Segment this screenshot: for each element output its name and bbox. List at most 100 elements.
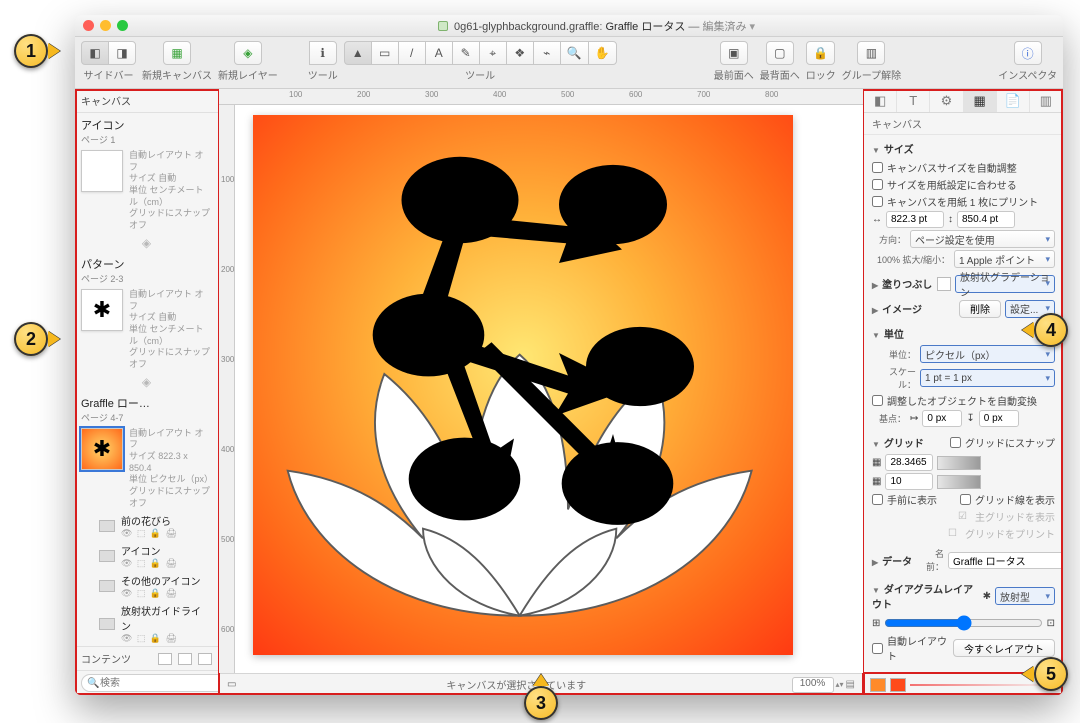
- inspector-layout-title[interactable]: ダイアグラムレイアウト: [872, 579, 979, 613]
- zoom-stepper-icon[interactable]: ▴▾: [836, 680, 844, 689]
- new-layer-button[interactable]: ◈: [234, 41, 262, 65]
- sidebar-canvas-icon[interactable]: アイコン ページ 1: [75, 113, 218, 148]
- canvas-thumb-pattern[interactable]: [81, 289, 123, 331]
- ungroup-button[interactable]: ▥: [857, 41, 885, 65]
- orientation-select[interactable]: ページ設定を使用: [910, 230, 1055, 248]
- tool-text[interactable]: A: [425, 41, 453, 65]
- inspector-fill-title[interactable]: 塗りつぶし: [872, 274, 933, 293]
- layer-front-petals[interactable]: 前の花びら👁 ⬚ 🔒 🖨: [75, 511, 218, 541]
- style-well-stroke[interactable]: [890, 678, 906, 692]
- inspector-tab-properties[interactable]: ⚙: [930, 89, 963, 112]
- tool-magnet[interactable]: ⌁: [533, 41, 561, 65]
- artboard[interactable]: [253, 115, 793, 655]
- grid-show-checkbox[interactable]: [960, 494, 971, 505]
- tool-zoom[interactable]: 🔍: [560, 41, 589, 65]
- zoom-field[interactable]: 100%: [792, 677, 834, 693]
- titlebar: 0g61-glyphbackground.graffle: Graffle ロー…: [75, 15, 1063, 37]
- callout-3: 3: [524, 686, 558, 720]
- major-grid-color[interactable]: [937, 456, 981, 470]
- inspector-grid-title[interactable]: グリッド: [872, 433, 946, 452]
- canvas-width-field[interactable]: [886, 211, 944, 228]
- sidebar-right-toggle[interactable]: ◨: [108, 41, 136, 65]
- layer-toggle-icons[interactable]: 👁 ⬚ 🔒 🖨: [121, 633, 210, 644]
- inspector-tabs: ◧ T ⚙ ▦ 📄 ▥: [864, 89, 1063, 113]
- toolbar-newcanvas-label: 新規キャンバス: [142, 67, 212, 82]
- sidebar-view-outline-icon[interactable]: [178, 653, 192, 665]
- auto-convert-checkbox[interactable]: [872, 395, 883, 406]
- canvas-thumb-icon[interactable]: [81, 150, 123, 192]
- auto-size-checkbox[interactable]: [872, 162, 883, 173]
- origin-x-field[interactable]: [922, 410, 962, 427]
- single-page-checkbox[interactable]: [872, 196, 883, 207]
- layout-type-select[interactable]: 放射型: [995, 587, 1055, 605]
- sidebar-canvas-pattern[interactable]: パターン ページ 2-3: [75, 252, 218, 287]
- tool-select[interactable]: ℹ︎: [309, 41, 337, 65]
- ruler-horizontal[interactable]: 100 200 300 400 500 600 700 800: [219, 89, 863, 105]
- auto-layout-checkbox[interactable]: [872, 643, 883, 654]
- sidebar-left-toggle[interactable]: ◧: [81, 41, 109, 65]
- sidebar-canvas-graffle[interactable]: Graffle ロー… ページ 4-7: [75, 391, 218, 426]
- canvas-name-field[interactable]: [948, 552, 1063, 569]
- scale-select[interactable]: 1 Apple ポイント: [954, 250, 1055, 268]
- layer-other-icons[interactable]: その他のアイコン👁 ⬚ 🔒 🖨: [75, 571, 218, 601]
- minimize-button[interactable]: [100, 20, 111, 31]
- tool-pointer[interactable]: ▲: [344, 41, 372, 65]
- sidebar: キャンバス アイコン ページ 1 自動レイアウト オフ サイズ 自動 単位 セン…: [75, 89, 219, 695]
- canvas-thumb-graffle[interactable]: [81, 428, 123, 470]
- tool-pen[interactable]: ✎: [452, 41, 480, 65]
- zoom-button[interactable]: [117, 20, 128, 31]
- unit-select[interactable]: ピクセル（px）: [920, 345, 1055, 363]
- tool-line[interactable]: /: [398, 41, 426, 65]
- close-button[interactable]: [83, 20, 94, 31]
- grid-front-checkbox[interactable]: [872, 494, 883, 505]
- inspector: ◧ T ⚙ ▦ 📄 ▥ キャンバス サイズ キャンバスサイズを自動調整 サイズを…: [863, 89, 1063, 695]
- tool-hand[interactable]: ✋: [588, 41, 617, 65]
- send-back-button[interactable]: ▢: [766, 41, 794, 65]
- fit-paper-checkbox[interactable]: [872, 179, 883, 190]
- style-well-fill[interactable]: [870, 678, 886, 692]
- minor-grid-field[interactable]: [885, 473, 933, 490]
- canvas-area: 100 200 300 400 500 600 700 800 100 200 …: [219, 89, 863, 695]
- image-delete-button[interactable]: 削除: [959, 300, 1001, 318]
- layer-radial-guides[interactable]: 放射状ガイドライン👁 ⬚ 🔒 🖨: [75, 601, 218, 646]
- fill-swatch-icon[interactable]: [937, 277, 951, 291]
- sidebar-view-list-icon[interactable]: [158, 653, 172, 665]
- inspector-image-title[interactable]: イメージ: [872, 299, 955, 318]
- major-grid-icon: ▦: [872, 457, 881, 468]
- layer-toggle-icons[interactable]: 👁 ⬚ 🔒 🖨: [121, 558, 210, 569]
- inspector-toggle-button[interactable]: ⓘ: [1014, 41, 1042, 65]
- tool-diagram[interactable]: ⌖: [479, 41, 507, 65]
- bring-front-button[interactable]: ▣: [720, 41, 748, 65]
- new-canvas-button[interactable]: ▦: [163, 41, 191, 65]
- zoom-menu-icon[interactable]: ▤: [846, 679, 855, 690]
- unit-scale-select[interactable]: 1 pt = 1 px: [920, 369, 1055, 387]
- layer-toggle-icons[interactable]: 👁 ⬚ 🔒 🖨: [121, 588, 210, 599]
- major-grid-field[interactable]: [885, 454, 933, 471]
- inspector-tab-document[interactable]: 📄: [997, 89, 1030, 112]
- inspector-data-title[interactable]: データ: [872, 551, 922, 570]
- minor-grid-color[interactable]: [937, 475, 981, 489]
- canvas-meta: 自動レイアウト オフ サイズ 自動 単位 センチメートル（cm） グリッドにスナ…: [129, 150, 212, 232]
- fill-type-select[interactable]: 放射状グラデーション: [955, 275, 1055, 293]
- canvas-view[interactable]: [235, 105, 863, 673]
- layer-toggle-icons[interactable]: 👁 ⬚ 🔒 🖨: [121, 528, 210, 539]
- snap-grid-checkbox[interactable]: [950, 437, 961, 448]
- callout-2: 2: [14, 322, 48, 356]
- layer-thumb-icon: [99, 520, 115, 532]
- canvas-height-field[interactable]: [957, 211, 1015, 228]
- origin-y-field[interactable]: [979, 410, 1019, 427]
- inspector-tab-canvas[interactable]: ▦: [964, 89, 997, 112]
- inspector-tab-object[interactable]: ◧: [864, 89, 897, 112]
- layer-icon[interactable]: アイコン👁 ⬚ 🔒 🖨: [75, 541, 218, 571]
- layout-now-button[interactable]: 今すぐレイアウト: [953, 639, 1055, 657]
- ruler-vertical[interactable]: 100 200 300 400 500 600: [219, 105, 235, 673]
- tool-stamp[interactable]: ❖: [506, 41, 534, 65]
- layout-spacing-slider[interactable]: [884, 615, 1042, 631]
- inspector-tab-text[interactable]: T: [897, 89, 930, 112]
- inspector-tab-stencils[interactable]: ▥: [1030, 89, 1063, 112]
- tool-shape[interactable]: ▭: [371, 41, 399, 65]
- presentation-icon[interactable]: ▭: [227, 679, 241, 690]
- sidebar-view-grid-icon[interactable]: [198, 653, 212, 665]
- inspector-size-title[interactable]: サイズ: [872, 139, 1055, 158]
- lock-button[interactable]: 🔒: [806, 41, 835, 65]
